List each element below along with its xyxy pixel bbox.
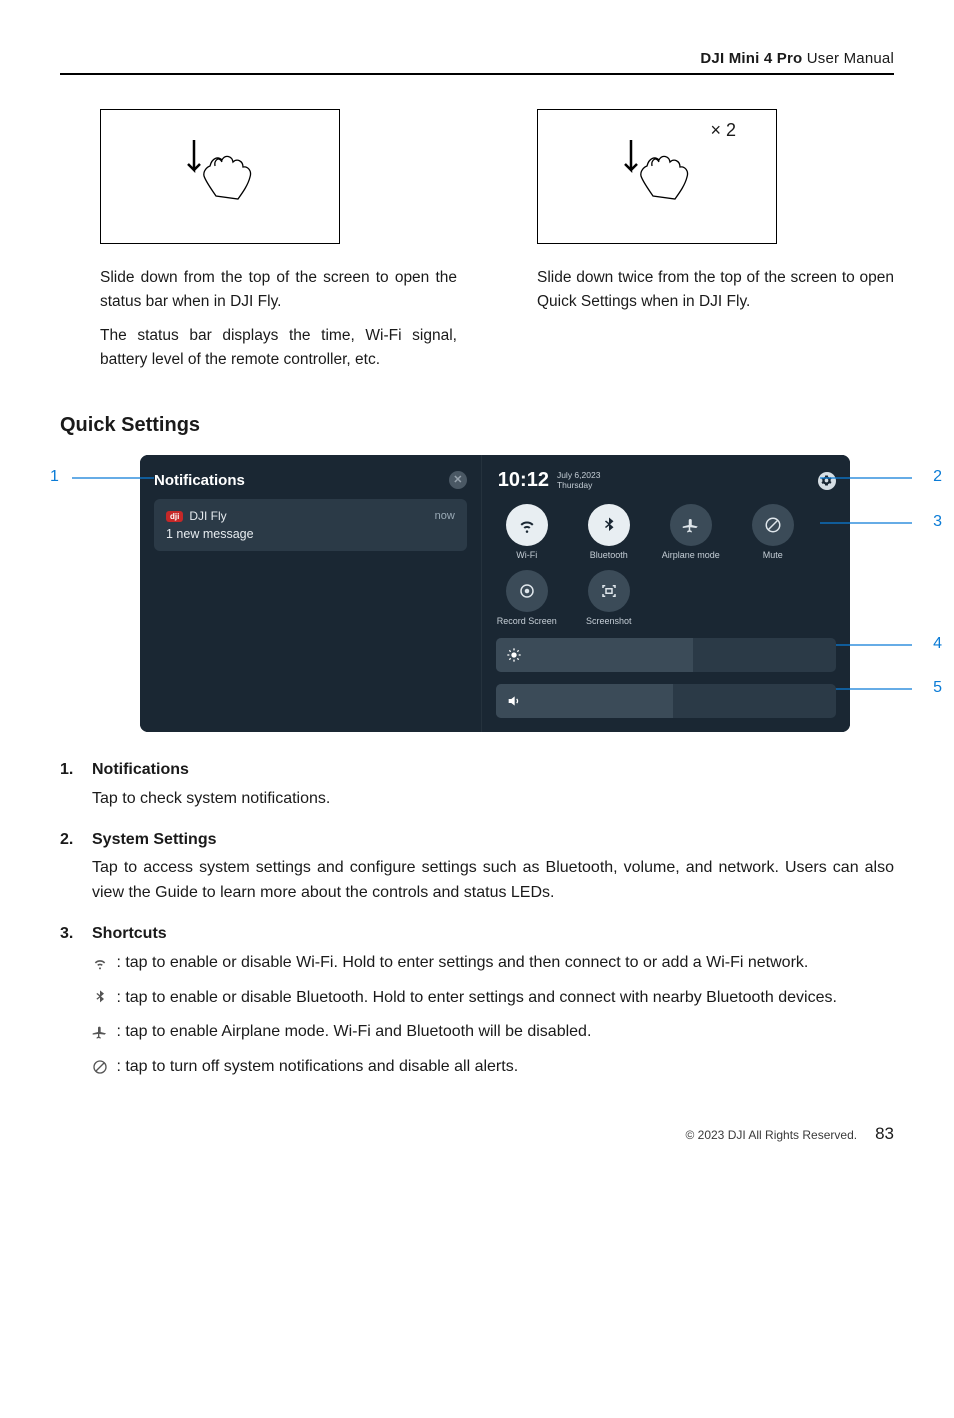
item-desc-1: Tap to check system notifications. (92, 787, 894, 812)
volume-slider[interactable] (496, 684, 836, 718)
shortcut-air-text: : tap to enable Airplane mode. Wi-Fi and… (112, 1023, 591, 1040)
screenshot-icon (588, 570, 630, 612)
mute-label: Mute (763, 550, 783, 560)
page-number: 83 (875, 1124, 894, 1144)
hand-swipe-down-twice-icon (597, 132, 717, 222)
mute-toggle[interactable]: Mute (742, 504, 804, 560)
gesture-columns: Slide down from the top of the screen to… (60, 109, 894, 382)
wifi-label: Wi-Fi (516, 550, 537, 560)
brightness-slider[interactable] (496, 638, 836, 672)
numbered-descriptions: 1. Notifications Tap to check system not… (60, 758, 894, 1090)
wifi-toggle[interactable]: Wi-Fi (496, 504, 558, 560)
callout-1: 1 (50, 468, 59, 486)
shortcut-bt-text: : tap to enable or disable Bluetooth. Ho… (112, 989, 837, 1006)
notif-timestamp: now (435, 510, 455, 522)
callout-3: 3 (933, 513, 942, 531)
screenshot-toggle[interactable]: Screenshot (578, 570, 640, 626)
item-title-1: Notifications (92, 758, 894, 783)
record-label: Record Screen (497, 616, 557, 626)
item-num-3: 3. (60, 922, 82, 1090)
mute-icon (92, 1059, 108, 1075)
page-footer: © 2023 DJI All Rights Reserved. 83 (60, 1124, 894, 1144)
wifi-icon (92, 955, 108, 971)
notif-app-name: DJI Fly (189, 509, 226, 523)
clock-date: July 6,2023 (557, 470, 600, 480)
notification-card[interactable]: dji DJI Fly now 1 new message (154, 499, 467, 551)
product-name: DJI Mini 4 Pro (700, 50, 802, 67)
item-title-3: Shortcuts (92, 922, 894, 947)
callout-5: 5 (933, 679, 942, 697)
brightness-icon (506, 647, 522, 663)
app-badge-icon: dji (166, 511, 183, 522)
airplane-toggle[interactable]: Airplane mode (660, 504, 722, 560)
hand-swipe-down-icon (160, 132, 280, 222)
clock-day: Thursday (557, 480, 592, 490)
shortcut-wifi-text: : tap to enable or disable Wi-Fi. Hold t… (112, 954, 808, 971)
gesture-left-text-2: The status bar displays the time, Wi-Fi … (100, 324, 457, 372)
bluetooth-icon (92, 989, 108, 1005)
mute-icon (752, 504, 794, 546)
wifi-icon (506, 504, 548, 546)
bluetooth-icon (588, 504, 630, 546)
notifications-title[interactable]: Notifications (154, 472, 245, 489)
airplane-icon (92, 1024, 108, 1040)
notifications-panel: Notifications ✕ dji DJI Fly now 1 new me… (140, 455, 481, 732)
airplane-icon (670, 504, 712, 546)
callout-2: 2 (933, 468, 942, 486)
bluetooth-toggle[interactable]: Bluetooth (578, 504, 640, 560)
copyright: © 2023 DJI All Rights Reserved. (685, 1128, 857, 1142)
screenshot-label: Screenshot (586, 616, 632, 626)
gear-icon[interactable] (818, 472, 836, 490)
volume-icon (506, 693, 522, 709)
gesture-right-text: Slide down twice from the top of the scr… (537, 266, 894, 314)
quick-settings-figure: 1 2 3 4 5 Notifications ✕ dji DJI Fly no… (140, 455, 850, 732)
header-suffix: User Manual (802, 50, 894, 67)
item-num-1: 1. (60, 758, 82, 822)
item-desc-2: Tap to access system settings and config… (92, 856, 894, 906)
airplane-label: Airplane mode (662, 550, 720, 560)
callout-4: 4 (933, 635, 942, 653)
notif-message: 1 new message (166, 527, 455, 541)
bluetooth-label: Bluetooth (590, 550, 628, 560)
gesture-single-swipe (100, 109, 340, 244)
gesture-double-swipe: × 2 (537, 109, 777, 244)
gesture-left-text-1: Slide down from the top of the screen to… (100, 266, 457, 314)
record-screen-toggle[interactable]: Record Screen (496, 570, 558, 626)
x2-label: × 2 (710, 120, 736, 141)
clock-time: 10:12 (498, 469, 549, 492)
shortcut-mute-text: : tap to turn off system notifications a… (112, 1058, 518, 1075)
item-num-2: 2. (60, 828, 82, 916)
close-icon[interactable]: ✕ (449, 471, 467, 489)
section-title: Quick Settings (60, 414, 894, 437)
item-title-2: System Settings (92, 828, 894, 853)
page-header: DJI Mini 4 Pro User Manual (60, 50, 894, 75)
quick-settings-panel: 10:12 July 6,2023 Thursday Wi-Fi (481, 455, 850, 732)
record-icon (506, 570, 548, 612)
